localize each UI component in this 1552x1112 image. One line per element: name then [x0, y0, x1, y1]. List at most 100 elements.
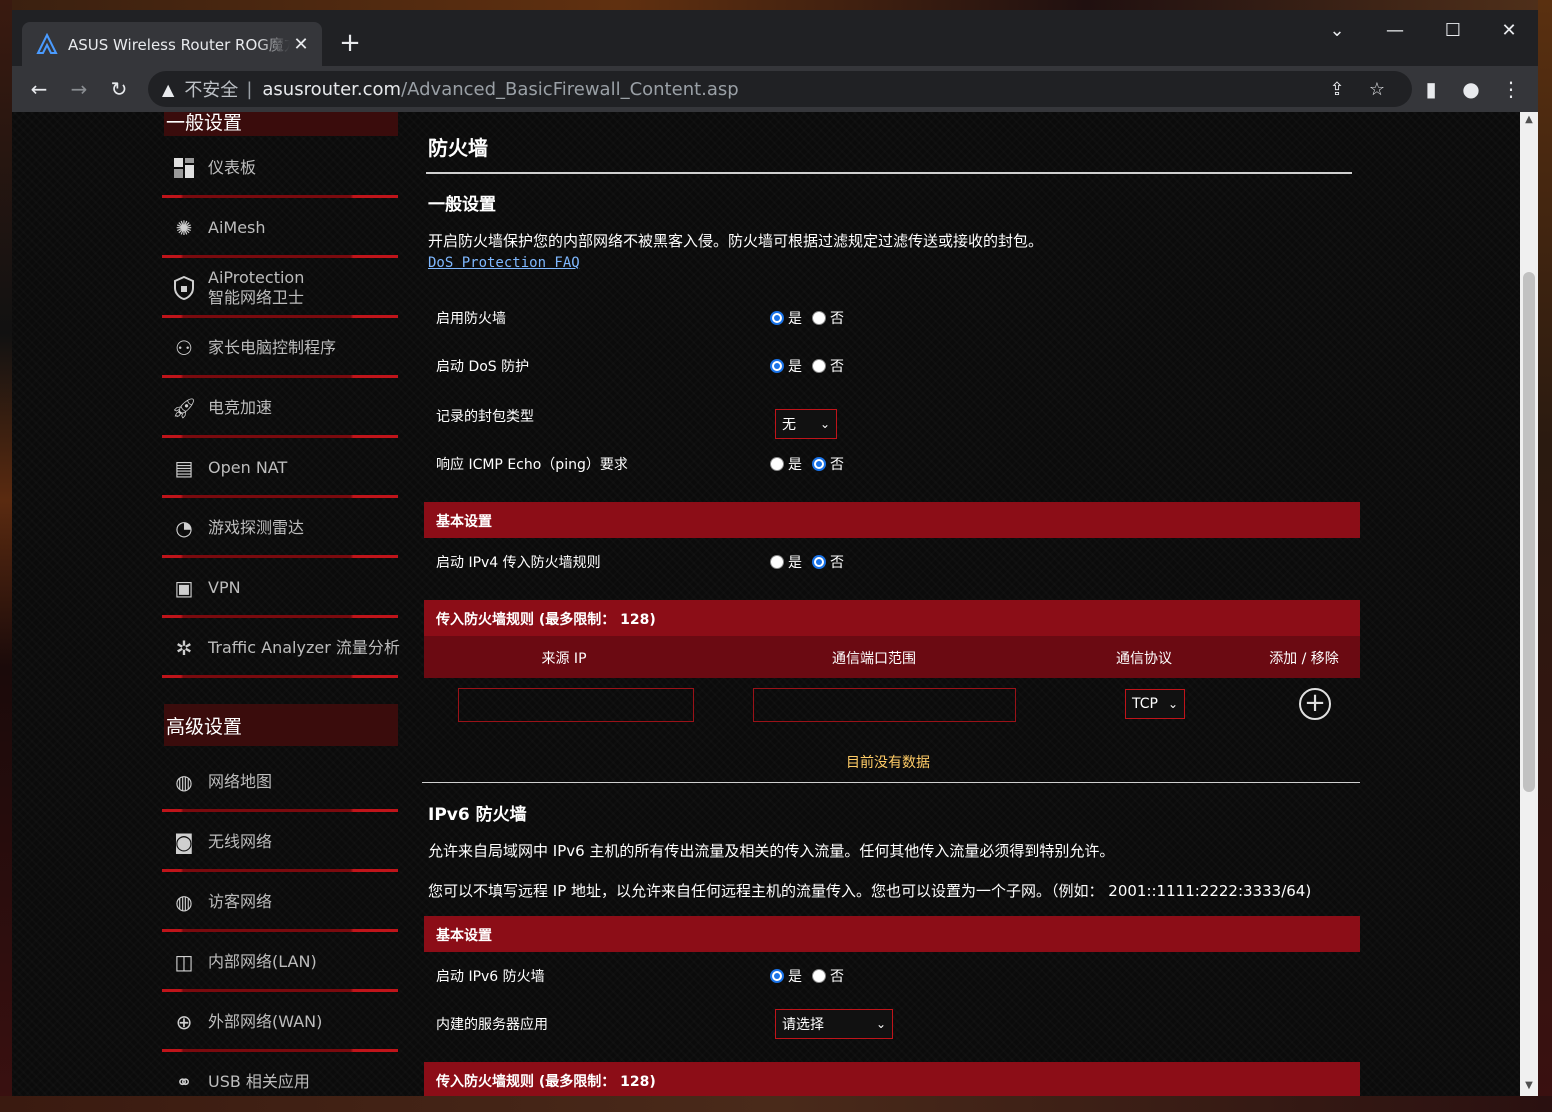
sidebar-item-label: 访客网络: [208, 892, 273, 911]
ipv6-basic-settings-bar: 基本设置: [424, 916, 1360, 952]
sidebar-item-label: 家长电脑控制程序: [208, 338, 337, 357]
new-tab-button[interactable]: +: [338, 30, 362, 56]
scroll-thumb[interactable]: [1523, 272, 1535, 792]
radio-label-no: 否: [830, 359, 844, 375]
profile-icon[interactable]: ●: [1456, 74, 1486, 104]
sidebar-item-network-map[interactable]: ◍ 网络地图: [162, 752, 400, 812]
enable-firewall-label: 启用防火墙: [436, 311, 506, 327]
sidebar-item-aimesh[interactable]: ✺ AiMesh: [162, 198, 400, 258]
sidebar-item-label: VPN: [208, 578, 241, 597]
forward-icon[interactable]: →: [64, 74, 94, 104]
minimize-icon[interactable]: —: [1372, 20, 1418, 41]
url-host[interactable]: asusrouter.com: [262, 79, 401, 100]
sidebar-item-game-radar[interactable]: ◔ 游戏探测雷达: [162, 498, 400, 558]
scroll-down-icon[interactable]: ▼: [1520, 1080, 1538, 1094]
source-ip-input[interactable]: [458, 688, 694, 722]
enable-dos-no-radio[interactable]: [812, 359, 826, 373]
col-source-ip: 来源 IP: [541, 651, 587, 667]
enable-firewall-no-radio[interactable]: [812, 311, 826, 325]
back-icon[interactable]: ←: [24, 74, 54, 104]
radio-label-yes: 是: [788, 359, 802, 375]
url-separator: |: [246, 78, 253, 100]
sidebar-item-lan[interactable]: ◫ 内部网络(LAN): [162, 932, 400, 992]
ipv6-enable-label: 启动 IPv6 防火墙: [436, 969, 545, 985]
dos-faq-link[interactable]: DoS Protection FAQ: [428, 255, 580, 271]
log-type-value: 无: [782, 417, 796, 433]
sidebar-item-wireless[interactable]: ◙ 无线网络: [162, 812, 400, 872]
sidebar-item-label: 网络地图: [208, 772, 273, 791]
scroll-up-icon[interactable]: ▲: [1520, 114, 1538, 128]
sidebar-item-label: Traffic Analyzer 流量分析: [208, 638, 400, 657]
sidebar-item-label: Open NAT: [208, 458, 288, 477]
lan-icon: ◫: [174, 950, 194, 974]
sidebar-item-label: 游戏探测雷达: [208, 518, 305, 537]
protocol-select[interactable]: TCP ⌄: [1125, 689, 1185, 719]
page-scrollbar[interactable]: ▲ ▼: [1520, 112, 1538, 1096]
icmp-no-radio[interactable]: [812, 457, 826, 471]
sidebar-item-label: 电竞加速: [208, 398, 273, 417]
icmp-radios: 是 否: [770, 454, 854, 474]
shield-icon: [172, 276, 196, 300]
enable-firewall-yes-radio[interactable]: [770, 311, 784, 325]
rocket-icon: 🚀︎: [171, 396, 197, 420]
col-protocol: 通信协议: [1116, 651, 1172, 667]
wireless-icon: ◙: [174, 830, 194, 854]
tab-title: ASUS Wireless Router ROG魔方: [68, 35, 290, 54]
sidebar-item-wan[interactable]: ⊕ 外部网络(WAN): [162, 992, 400, 1052]
general-description: 开启防火墙保护您的内部网络不被黑客入侵。防火墙可根据过滤规定过滤传送或接收的封包…: [428, 232, 1044, 250]
port-range-input[interactable]: [753, 688, 1016, 722]
side-panel-icon[interactable]: ▮: [1416, 74, 1446, 104]
radio-label-no: 否: [830, 969, 844, 985]
icmp-yes-radio[interactable]: [770, 457, 784, 471]
ipv4-rule-no-radio[interactable]: [812, 555, 826, 569]
sidebar-item-dashboard[interactable]: 仪表板: [162, 138, 400, 198]
sidebar-item-aiprotection[interactable]: AiProtection 智能网络卫士: [162, 258, 400, 318]
browser-toolbar: ← → ↻ ▲ 不安全 | asusrouter.com /Advanced_B…: [12, 66, 1538, 112]
desktop-wallpaper-top: [0, 0, 1552, 10]
ipv6-enable-no-radio[interactable]: [812, 969, 826, 983]
sidebar-item-game-boost[interactable]: 🚀︎ 电竞加速: [162, 378, 400, 438]
dashboard-icon: [172, 156, 196, 180]
ipv6-enable-yes-radio[interactable]: [770, 969, 784, 983]
desktop-wallpaper-right: [1538, 0, 1552, 1112]
add-rule-button[interactable]: +: [1299, 688, 1331, 720]
log-type-select[interactable]: 无 ⌄: [775, 409, 837, 439]
address-bar[interactable]: ▲ 不安全 | asusrouter.com /Advanced_BasicFi…: [148, 71, 1412, 107]
sidebar-item-label: AiMesh: [208, 218, 266, 237]
ipv4-rule-radios: 是 否: [770, 552, 854, 572]
ipv6-heading: IPv6 防火墙: [428, 805, 527, 825]
tab-asus-router[interactable]: ASUS Wireless Router ROG魔方 ✕: [22, 22, 322, 66]
vpn-icon: ▣: [174, 576, 194, 600]
sidebar-item-vpn[interactable]: ▣ VPN: [162, 558, 400, 618]
window-close-icon[interactable]: ✕: [1486, 20, 1532, 41]
sidebar-item-parental[interactable]: ⚇ 家长电脑控制程序: [162, 318, 400, 378]
insecure-label[interactable]: 不安全: [184, 76, 238, 102]
share-icon[interactable]: ⇪: [1322, 74, 1352, 104]
warning-icon[interactable]: ▲: [162, 80, 174, 99]
enable-firewall-radios: 是 否: [770, 308, 854, 328]
sidebar-item-open-nat[interactable]: ▤ Open NAT: [162, 438, 400, 498]
tab-search-icon[interactable]: ⌄: [1314, 20, 1360, 41]
menu-kebab-icon[interactable]: ⋮: [1496, 74, 1526, 104]
sidebar-item-label: 内部网络(LAN): [208, 952, 317, 971]
maximize-icon[interactable]: ☐: [1430, 20, 1476, 41]
ipv6-service-select[interactable]: 请选择 ⌄: [775, 1009, 893, 1039]
general-settings-heading: 一般设置: [428, 195, 496, 215]
sidebar: 一般设置 仪表板 ✺ AiMesh AiProtection 智能网络卫士 ⚇ …: [162, 112, 400, 1096]
sidebar-item-label-line1: AiProtection: [208, 268, 305, 287]
sidebar-item-guest-network[interactable]: ◍ 访客网络: [162, 872, 400, 932]
tab-close-icon[interactable]: ✕: [290, 34, 312, 55]
sidebar-item-usb[interactable]: ⚭ USB 相关应用: [162, 1052, 400, 1096]
reload-icon[interactable]: ↻: [104, 74, 134, 104]
section-divider: [422, 782, 1360, 783]
browser-window: ASUS Wireless Router ROG魔方 ✕ + ⌄ — ☐ ✕ ←…: [12, 10, 1538, 1096]
enable-dos-yes-radio[interactable]: [770, 359, 784, 373]
col-port-range: 通信端口范围: [832, 651, 916, 667]
sidebar-item-traffic-analyzer[interactable]: ✲ Traffic Analyzer 流量分析: [162, 618, 400, 678]
ipv6-enable-radios: 是 否: [770, 966, 854, 986]
page-title: 防火墙: [428, 136, 488, 160]
url-path[interactable]: /Advanced_BasicFirewall_Content.asp: [401, 79, 739, 100]
desktop-wallpaper-bottom: [0, 1096, 1552, 1112]
ipv4-rule-yes-radio[interactable]: [770, 555, 784, 569]
bookmark-star-icon[interactable]: ☆: [1362, 74, 1392, 104]
